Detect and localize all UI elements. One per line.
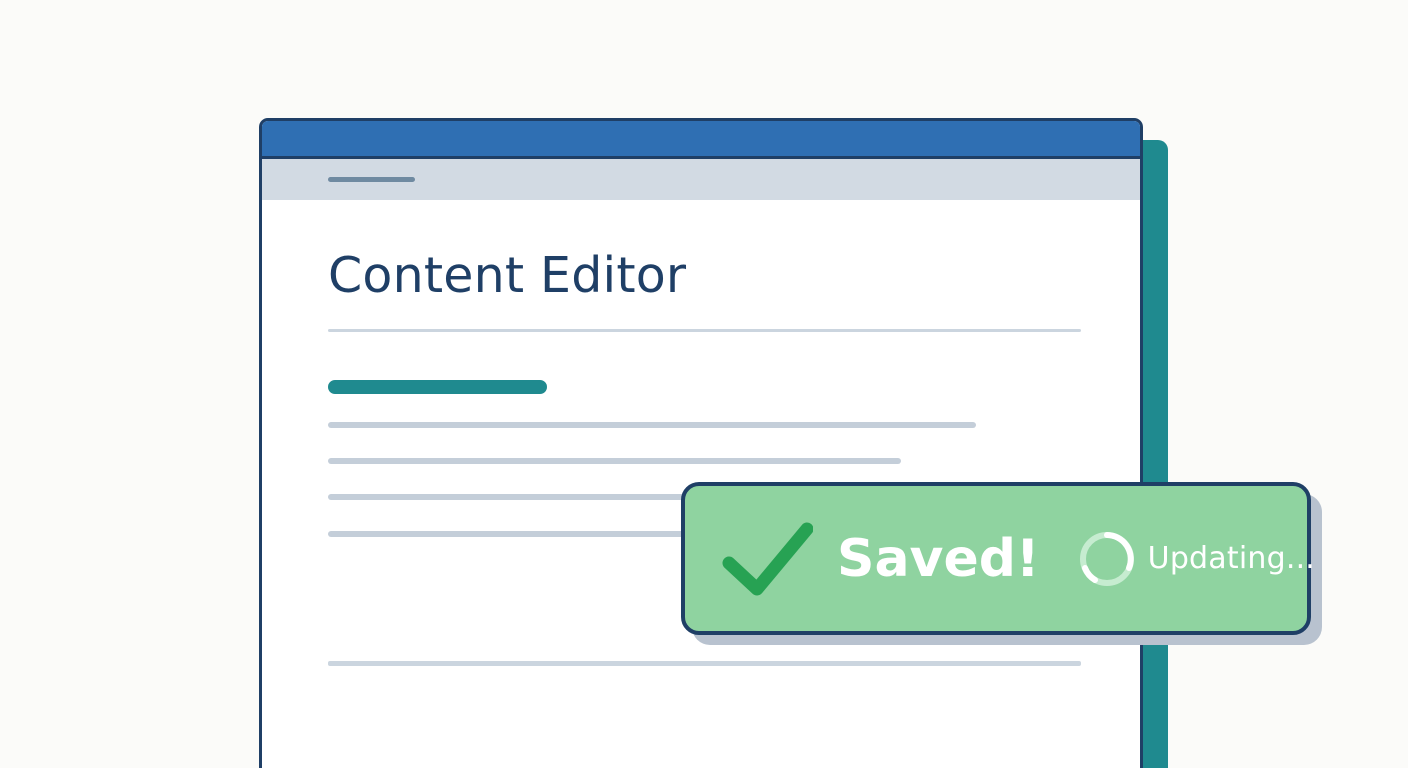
canvas: Content Editor Saved! Updating... [0,0,1408,768]
toolbar-indicator [328,177,415,182]
updating-status-label: Updating... [1147,541,1316,576]
editor-window: Content Editor [259,118,1143,768]
bottom-divider [328,661,1081,666]
text-line-placeholder [328,422,976,428]
checkmark-icon [722,522,813,595]
title-divider [328,329,1081,332]
save-status-toast: Saved! Updating... [681,482,1315,635]
title-bar [262,121,1140,159]
loading-spinner-icon [1079,531,1134,586]
text-line-placeholder [328,458,901,464]
toolbar [262,159,1140,200]
section-heading-placeholder [328,380,547,394]
page-title: Content Editor [328,247,687,304]
saved-status-label: Saved! [837,528,1040,589]
